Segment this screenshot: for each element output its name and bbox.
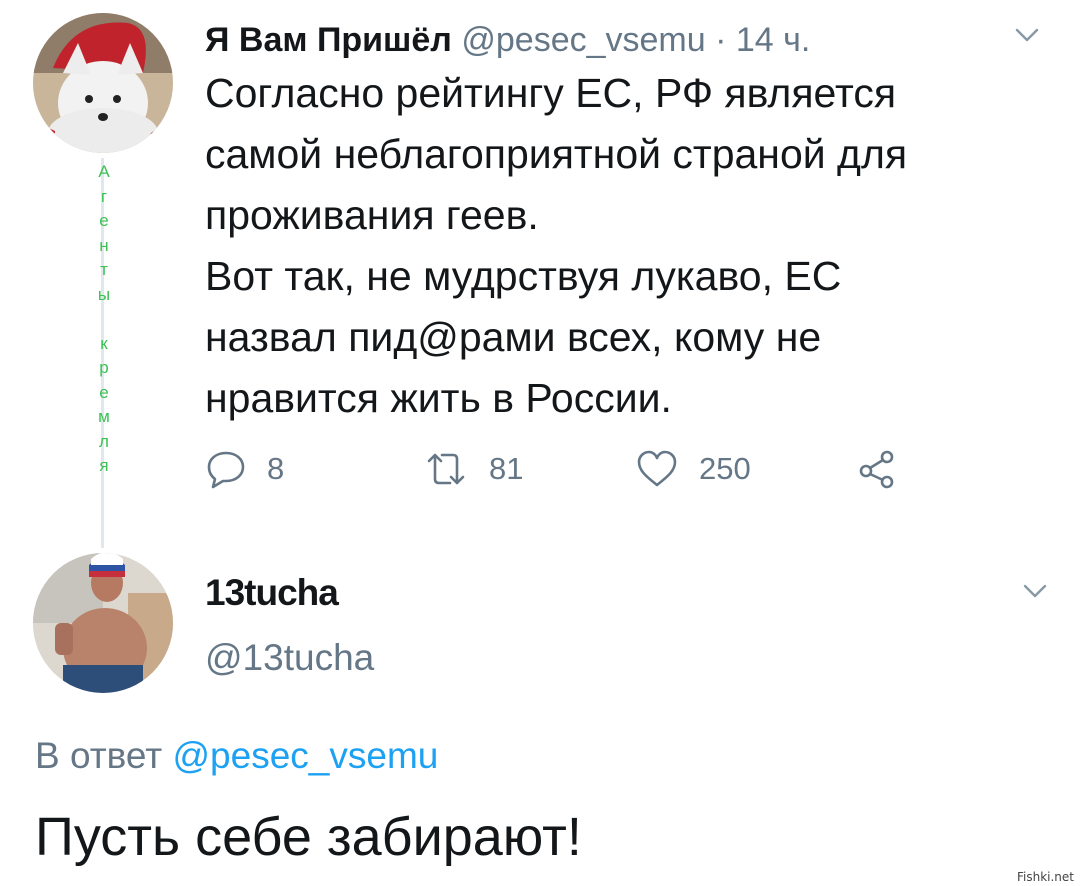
tweet-text-line: Вот так, не мудрствуя лукаво, ЕС <box>205 253 842 299</box>
side-caption-letter: е <box>99 211 109 230</box>
side-caption-letter: к <box>100 333 108 353</box>
header-separator: · <box>715 21 727 59</box>
reply-count: 8 <box>267 451 285 486</box>
author-handle[interactable]: @pesec_vsemu <box>461 21 705 59</box>
reply-text: Пусть себе забирают! <box>35 807 582 867</box>
side-caption-letter: А <box>98 162 110 181</box>
tweet-text-line: нравится жить в России. <box>205 375 672 421</box>
side-caption-letter: н <box>99 235 109 255</box>
retweet-button[interactable]: 81 <box>423 447 523 491</box>
tweet-text-line: самой неблагоприятной страной для <box>205 131 908 177</box>
share-button[interactable] <box>857 447 897 491</box>
heart-icon <box>635 449 679 489</box>
side-caption-letter <box>102 307 107 332</box>
chevron-down-icon[interactable] <box>1022 578 1048 604</box>
side-caption-letter: т <box>100 260 108 279</box>
author-name[interactable]: Я Вам Пришёл <box>205 21 452 59</box>
reply-author-avatar[interactable] <box>33 553 173 693</box>
share-icon <box>857 449 897 489</box>
like-button[interactable]: 250 <box>635 447 751 491</box>
tweet-text-line: назвал пид@рами всех, кому не <box>205 314 822 360</box>
side-caption-letter: г <box>100 186 108 206</box>
reply-author-handle[interactable]: @13tucha <box>205 636 374 680</box>
chevron-down-icon[interactable] <box>1014 22 1040 48</box>
side-caption-letter: л <box>99 431 109 451</box>
tweet-actions: 8 81 250 <box>205 447 925 491</box>
tweet-text: Согласно рейтингу ЕС, РФ является самой … <box>205 63 1065 429</box>
reply-author-name[interactable]: 13tucha <box>205 571 339 615</box>
side-caption-letter: ы <box>97 284 111 304</box>
side-caption-letter: м <box>98 407 110 426</box>
fox-avatar-image <box>33 13 173 153</box>
retweet-count: 81 <box>489 451 524 486</box>
tweet-time[interactable]: 14 ч. <box>736 21 810 59</box>
watermark: Fishki.net <box>1016 870 1074 884</box>
reply-button[interactable]: 8 <box>205 447 284 491</box>
side-caption-letter: р <box>99 358 109 377</box>
side-caption-letter: я <box>99 456 109 475</box>
tweet-text-line: Согласно рейтингу ЕС, РФ является <box>205 70 897 116</box>
reply-prefix: В ответ <box>35 735 163 776</box>
side-caption-letter: е <box>99 382 109 402</box>
vertical-side-caption: Агенты кремля <box>92 160 116 479</box>
comment-bubble-icon <box>205 449 247 489</box>
like-count: 250 <box>699 451 751 486</box>
author-avatar[interactable] <box>33 13 173 153</box>
tweet-header: Я Вам Пришёл @pesec_vsemu · 14 ч. <box>205 20 810 60</box>
replying-to: В ответ @pesec_vsemu <box>35 734 438 778</box>
man-avatar-image <box>33 553 173 693</box>
retweet-icon <box>423 449 469 489</box>
tweet-text-line: проживания геев. <box>205 192 539 238</box>
reply-mention-link[interactable]: @pesec_vsemu <box>173 735 439 776</box>
